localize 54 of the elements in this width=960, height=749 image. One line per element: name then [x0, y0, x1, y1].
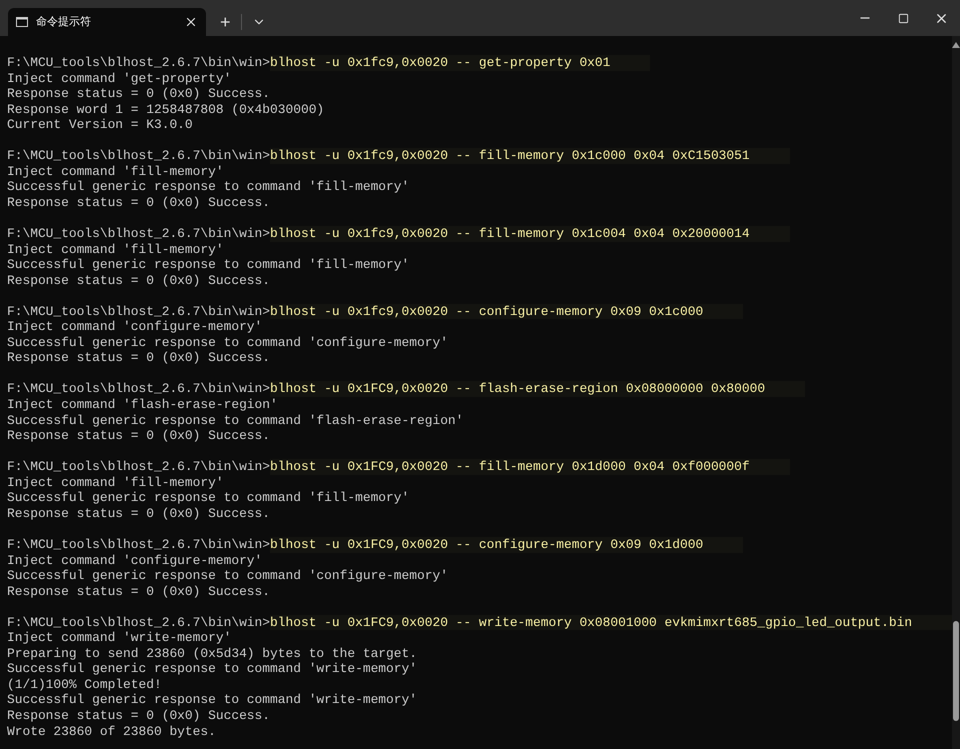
output-line: Response status = 0 (0x0) Success.	[7, 428, 270, 444]
output-line: Successful generic response to command 'fill-memory'	[7, 257, 410, 273]
output-line: Successful generic response to command 'write-memory'	[7, 661, 417, 677]
scrollbar[interactable]	[952, 36, 960, 749]
close-tab-icon[interactable]	[184, 15, 198, 29]
output-line: Response status = 0 (0x0) Success.	[7, 584, 270, 600]
output-line: Wrote 23860 of 23860 bytes.	[7, 724, 216, 740]
new-tab-button[interactable]: +	[214, 13, 237, 31]
output-line: Inject command 'fill-memory'	[7, 474, 224, 490]
output-line: Current Version = K3.0.0	[7, 117, 193, 133]
output-line: Successful generic response to command 'fill-memory'	[7, 179, 410, 195]
output-line: Response status = 0 (0x0) Success.	[7, 506, 270, 522]
command-prompt: F:\MCU_tools\blhost_2.6.7\bin\win>	[7, 614, 270, 630]
output-line: Inject command 'flash-erase-region'	[7, 397, 278, 413]
command-prompt: F:\MCU_tools\blhost_2.6.7\bin\win>	[7, 381, 270, 398]
output-line: Response status = 0 (0x0) Success.	[7, 350, 270, 366]
output-line: (1/1)100% Completed!	[7, 676, 162, 692]
command-text: blhost -u 0x1FC9,0x0020 -- flash-erase-region 0x08000000 0x80000	[270, 381, 806, 398]
output-line: Inject command 'configure-memory'	[7, 552, 262, 568]
command-prompt: F:\MCU_tools\blhost_2.6.7\bin\win>	[7, 148, 270, 164]
command-text: blhost -u 0x1fc9,0x0020 -- configure-memory 0x09 0x1c000	[270, 304, 744, 320]
command-text: blhost -u 0x1FC9,0x0020 -- configure-memory 0x09 0x1d000	[270, 536, 744, 552]
output-line: Response status = 0 (0x0) Success.	[7, 272, 270, 288]
maximize-icon[interactable]	[898, 12, 908, 24]
output-line: Successful generic response to command 'configure-memory'	[7, 334, 448, 350]
command-prompt: F:\MCU_tools\blhost_2.6.7\bin\win>	[7, 536, 270, 552]
tab-title: 命令提示符	[36, 14, 92, 30]
command-text: blhost -u 0x1FC9,0x0020 -- write-memory 0x08001000 evkmimxrt685_gpio_led_output.bin	[270, 614, 952, 630]
console-icon	[16, 17, 28, 27]
output-line: Successful generic response to command 'configure-memory'	[7, 568, 448, 584]
command-text: blhost -u 0x1fc9,0x0020 -- fill-memory 0x1c000 0x04 0xC1503051	[270, 148, 790, 164]
output-line: Inject command 'fill-memory'	[7, 164, 224, 180]
output-line: Inject command 'get-property'	[7, 70, 232, 86]
output-line: Preparing to send 23860 (0x5d34) bytes to the target.	[7, 646, 417, 662]
command-prompt: F:\MCU_tools\blhost_2.6.7\bin\win>	[7, 304, 270, 320]
output-line: Response status = 0 (0x0) Success.	[7, 708, 270, 724]
command-prompt: F:\MCU_tools\blhost_2.6.7\bin\win>	[7, 226, 270, 242]
command-prompt: F:\MCU_tools\blhost_2.6.7\bin\win>	[7, 55, 270, 71]
output-line: Inject command 'fill-memory'	[7, 242, 224, 258]
command-text: blhost -u 0x1fc9,0x0020 -- fill-memory 0x1c004 0x04 0x20000014	[270, 226, 790, 242]
output-line: Successful generic response to command 'fill-memory'	[7, 490, 410, 506]
scrollbar-thumb[interactable]	[953, 621, 960, 721]
command-text: blhost -u 0x1fc9,0x0020 -- get-property 0x01	[270, 55, 650, 71]
command-prompt: F:\MCU_tools\blhost_2.6.7\bin\win>	[7, 459, 270, 475]
output-line: Inject command 'write-memory'	[7, 630, 232, 646]
output-line: Response word 1 = 1258487808 (0x4b030000)	[7, 102, 324, 118]
output-line: Successful generic response to command 'write-memory'	[7, 692, 417, 708]
output-line: Response status = 0 (0x0) Success.	[7, 86, 270, 102]
output-line: Inject command 'configure-memory'	[7, 319, 262, 335]
output-line: Response status = 0 (0x0) Success.	[7, 194, 270, 210]
terminal-tab[interactable]: 命令提示符	[8, 8, 206, 36]
command-text: blhost -u 0x1FC9,0x0020 -- fill-memory 0x1d000 0x04 0xf000000f	[270, 459, 790, 475]
scroll-up-icon[interactable]	[952, 42, 960, 48]
output-line: Successful generic response to command 'flash-erase-region'	[7, 412, 464, 428]
